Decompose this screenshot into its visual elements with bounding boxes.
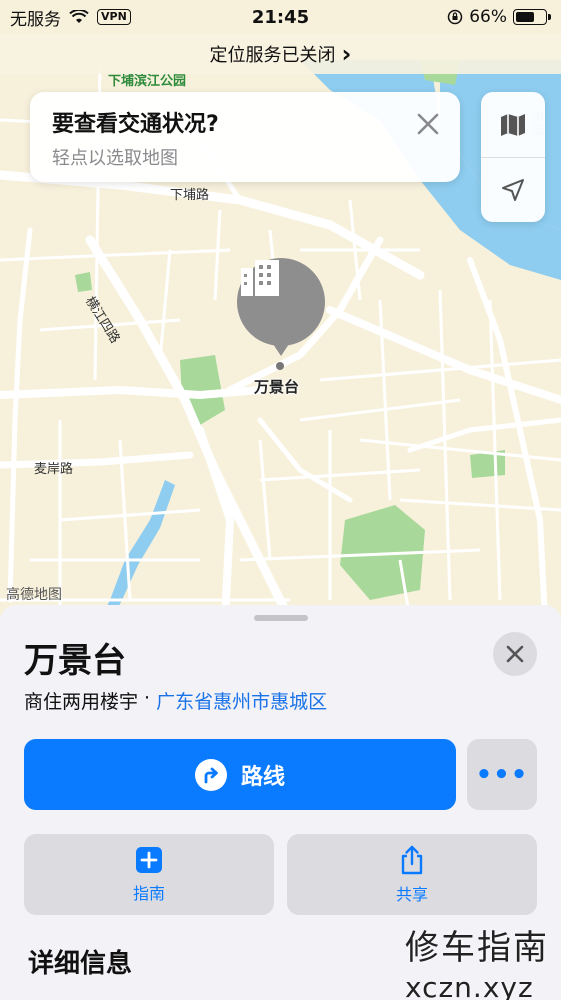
- guides-button[interactable]: 指南: [24, 834, 274, 915]
- location-arrow-icon: [502, 179, 524, 201]
- map-icon: [501, 113, 525, 136]
- close-icon: [506, 645, 524, 663]
- place-pin[interactable]: [237, 258, 325, 356]
- battery-icon: [513, 9, 551, 25]
- status-bar: 无服务 VPN 21:45 66%: [0, 0, 561, 34]
- map-label-road: 下埔路: [170, 188, 210, 203]
- rotation-lock-icon: [447, 9, 463, 25]
- location-banner-text: 定位服务已关闭: [209, 45, 336, 66]
- pin-location-dot: [276, 362, 284, 370]
- place-region-link[interactable]: 广东省惠州市惠城区: [156, 687, 327, 714]
- carrier-label: 无服务: [10, 9, 61, 30]
- traffic-card-title: 要查看交通状况?: [52, 112, 219, 137]
- plus-square-icon: [136, 846, 162, 873]
- chevron-right-icon: ›: [341, 40, 352, 68]
- map-mode-button[interactable]: [481, 92, 545, 157]
- place-category: 商住两用楼宇: [24, 691, 139, 713]
- close-icon[interactable]: [414, 112, 442, 140]
- watermark-line2: xczn.xyz: [405, 971, 534, 1000]
- guides-button-label: 指南: [132, 883, 165, 903]
- share-button[interactable]: 共享: [287, 834, 537, 915]
- traffic-prompt-card[interactable]: 要查看交通状况? 轻点以选取地图: [30, 92, 460, 182]
- pin-label: 万景台: [254, 378, 300, 396]
- watermark: 修车指南 xczn.xyz: [405, 920, 549, 1000]
- vpn-badge: VPN: [97, 9, 131, 25]
- traffic-card-subtitle: 轻点以选取地图: [52, 148, 178, 169]
- map-label-road: 麦岸路: [34, 462, 74, 477]
- status-time: 21:45: [251, 6, 310, 28]
- building-icon: [241, 260, 279, 296]
- separator-dot: ·: [144, 687, 151, 709]
- more-button[interactable]: •••: [467, 739, 537, 810]
- share-button-label: 共享: [395, 884, 428, 904]
- route-button[interactable]: 路线: [24, 739, 456, 810]
- sheet-grabber[interactable]: [254, 615, 308, 621]
- turn-right-icon: [194, 758, 227, 791]
- battery-percent: 66%: [469, 7, 507, 27]
- wifi-icon: [69, 10, 89, 23]
- current-location-button[interactable]: [481, 157, 545, 222]
- watermark-line1: 修车指南: [405, 928, 549, 968]
- sheet-close-button[interactable]: [493, 632, 537, 676]
- share-icon: [401, 845, 423, 874]
- map-provider-logo: 高德地图: [6, 587, 62, 603]
- battery-fill: [516, 12, 535, 22]
- route-button-label: 路线: [240, 764, 285, 790]
- details-heading: 详细信息: [28, 949, 133, 979]
- map-controls: [481, 92, 545, 222]
- place-subtitle: 商住两用楼宇 · 广东省惠州市惠城区: [24, 687, 327, 714]
- place-title: 万景台: [24, 641, 126, 681]
- location-services-banner[interactable]: 定位服务已关闭 ›: [0, 34, 561, 74]
